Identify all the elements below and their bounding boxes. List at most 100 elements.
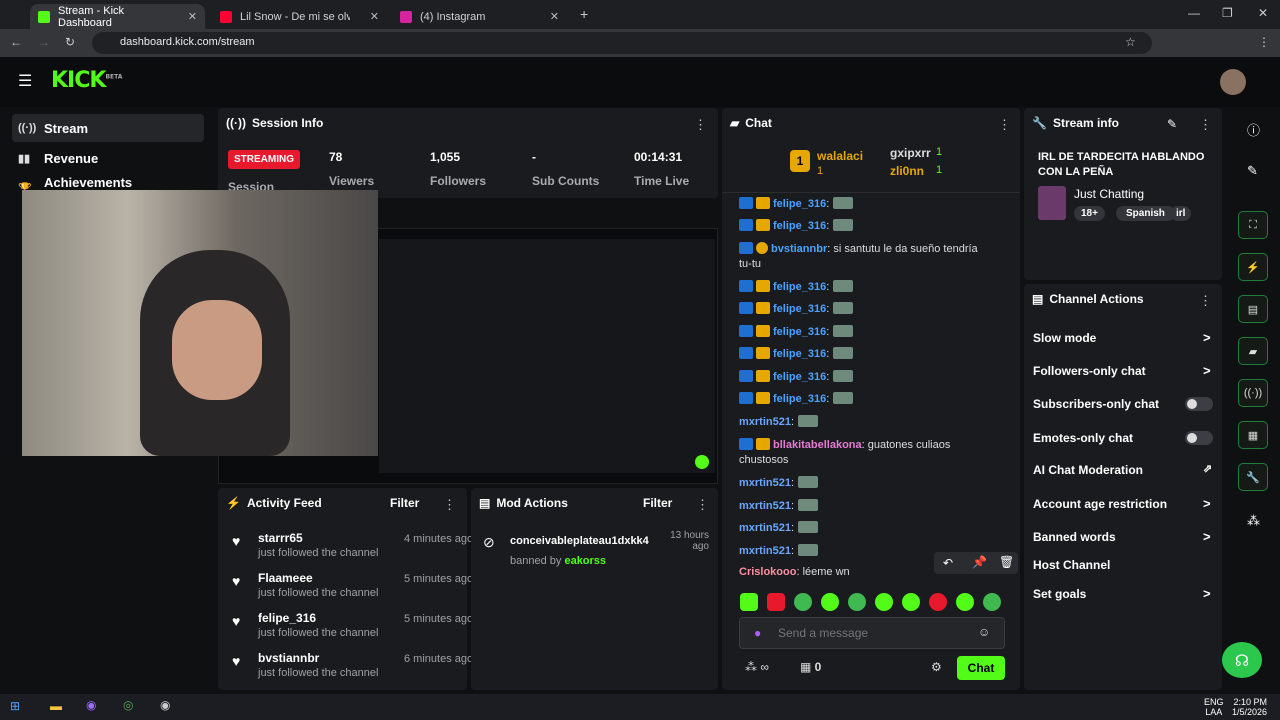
more-options-icon[interactable]: ⋮ [998,117,1011,133]
action-account-age[interactable]: Account age restriction [1033,497,1167,511]
activity-user[interactable]: Flaameee [258,571,313,585]
chat-username[interactable]: felipe_316 [773,220,826,232]
more-options-icon[interactable]: ⋮ [1199,117,1212,133]
sidebar-item-revenue[interactable]: ▮▮ Revenue [12,144,204,172]
chat-username[interactable]: felipe_316 [773,303,826,315]
emote-icon[interactable] [929,593,947,611]
emote-icon[interactable] [767,593,785,611]
rail-button-layout[interactable]: ▦ [1238,421,1268,449]
activity-user[interactable]: felipe_316 [258,611,316,625]
edit-icon[interactable]: ✎ [1247,163,1258,179]
category-name[interactable]: Just Chatting [1074,187,1144,201]
edit-pencil-icon[interactable]: ✎ [1167,117,1177,131]
action-slow-mode[interactable]: Slow mode [1033,331,1096,345]
rail-button-lightning[interactable]: ⚡ [1238,253,1268,281]
settings-gear-icon[interactable]: ⚙ [931,660,942,674]
windows-start-icon[interactable]: ⊞ [10,699,20,713]
bookmark-star-icon[interactable]: ☆ [1125,35,1136,49]
pin-icon[interactable]: 📌 [972,555,987,569]
keyboard-lang[interactable]: ENG LAA [1204,697,1224,717]
chat-message-input[interactable] [778,624,968,642]
sidebar-item-stream[interactable]: ((·)) Stream [12,114,204,142]
rail-button-broadcast[interactable]: ((·)) [1238,379,1268,407]
chat-username[interactable]: felipe_316 [773,348,826,360]
maximize-icon[interactable]: ❐ [1222,6,1233,20]
mod-action-user[interactable]: conceivableplateau1dxkk4 [510,535,649,547]
close-tab-icon[interactable]: ✕ [370,10,379,23]
chat-username[interactable]: felipe_316 [773,326,826,338]
tab-kick-dashboard[interactable]: Stream - Kick Dashboard ✕ [30,4,205,29]
tab-youtube[interactable]: Lil Snow - De mi se olvidó ✕ [212,4,387,29]
action-followers-only[interactable]: Followers-only chat [1033,364,1146,378]
emote-icon[interactable] [956,593,974,611]
chat-username[interactable]: felipe_316 [773,198,826,210]
chevron-right-icon[interactable]: > [1203,363,1211,378]
avatar[interactable] [1220,69,1246,95]
top-chatter-name[interactable]: walalaci [817,149,863,163]
reply-icon[interactable]: ↶ [943,556,953,570]
filter-button[interactable]: Filter [390,496,419,510]
reload-icon[interactable]: ↻ [65,35,75,49]
microphone-icon[interactable]: ● [754,626,761,640]
obs-icon[interactable]: ◉ [160,698,170,712]
trash-icon[interactable]: 🗑 [999,555,1014,569]
chevron-right-icon[interactable]: > [1203,529,1211,544]
chat-username[interactable]: Crislokooo [739,566,796,578]
emoji-icon[interactable]: ☺ [978,625,990,639]
emote-icon[interactable] [740,593,758,611]
chevron-right-icon[interactable]: > [1203,586,1211,601]
more-options-icon[interactable]: ⋮ [443,497,456,513]
chat-username[interactable]: mxrtin521 [739,416,791,428]
moderator-name[interactable]: eakorss [564,555,606,567]
rail-button-fullscreen[interactable]: ⛶ [1238,211,1268,239]
category-thumbnail[interactable] [1038,186,1066,220]
filter-button[interactable]: Filter [643,496,672,510]
chevron-right-icon[interactable]: > [1203,496,1211,511]
hamburger-menu-icon[interactable]: ☰ [18,71,32,91]
action-host-channel[interactable]: Host Channel [1033,558,1110,572]
chat-username[interactable]: mxrtin521 [739,477,791,489]
url-input[interactable]: dashboard.kick.com/stream [92,32,1152,54]
chevron-right-icon[interactable]: > [1203,330,1211,345]
activity-user[interactable]: starrr65 [258,531,303,545]
chat-send-button[interactable]: Chat [957,656,1005,680]
close-tab-icon[interactable]: ✕ [188,10,197,23]
browser-menu-icon[interactable]: ⋮ [1258,35,1270,49]
emote-icon[interactable] [794,593,812,611]
action-banned-words[interactable]: Banned words [1033,530,1116,544]
chat-username[interactable]: felipe_316 [773,371,826,383]
tab-instagram[interactable]: (4) Instagram ✕ [392,4,567,29]
emote-icon[interactable] [848,593,866,611]
emote-icon[interactable] [821,593,839,611]
close-tab-icon[interactable]: ✕ [550,10,559,23]
more-options-icon[interactable]: ⋮ [694,117,707,133]
kick-logo[interactable]: KICKBETA [51,68,122,93]
rail-button-tools[interactable]: 🔧 [1238,463,1268,491]
close-window-icon[interactable]: ✕ [1258,6,1268,20]
new-tab-icon[interactable]: + [580,6,588,22]
activity-user[interactable]: bvstiannbr [258,651,319,665]
back-icon[interactable]: ← [10,35,22,49]
chat-username[interactable]: bllakitabellakona [773,439,862,451]
action-ai-moderation[interactable]: AI Chat Moderation [1033,463,1143,477]
minimize-icon[interactable]: — [1188,6,1200,20]
chat-username[interactable]: felipe_316 [773,281,826,293]
subscribers-only-toggle[interactable] [1185,397,1213,411]
file-explorer-icon[interactable]: ▬ [50,699,62,713]
clock[interactable]: 2:10 PM 1/5/2026 [1232,697,1267,717]
emote-icon[interactable] [902,593,920,611]
top-chatter-name[interactable]: zli0nn [890,164,924,178]
support-headset-icon[interactable]: ☊ [1222,642,1262,678]
chat-username[interactable]: mxrtin521 [739,500,791,512]
discord-icon[interactable]: ◉ [86,698,96,712]
more-options-icon[interactable]: ⋮ [696,497,709,513]
chat-username[interactable]: felipe_316 [773,393,826,405]
users-icon[interactable]: ⁂ ∞ [745,660,769,674]
chat-username[interactable]: mxrtin521 [739,522,791,534]
chrome-icon[interactable]: ◎ [123,698,133,712]
rail-button-notes[interactable]: ▤ [1238,295,1268,323]
emotes-only-toggle[interactable] [1185,431,1213,445]
chat-username[interactable]: mxrtin521 [739,545,791,557]
sidebar-item-achievements[interactable]: 🏆 Achievements [12,174,204,191]
top-chatter-name[interactable]: gxipxrr [890,146,931,160]
